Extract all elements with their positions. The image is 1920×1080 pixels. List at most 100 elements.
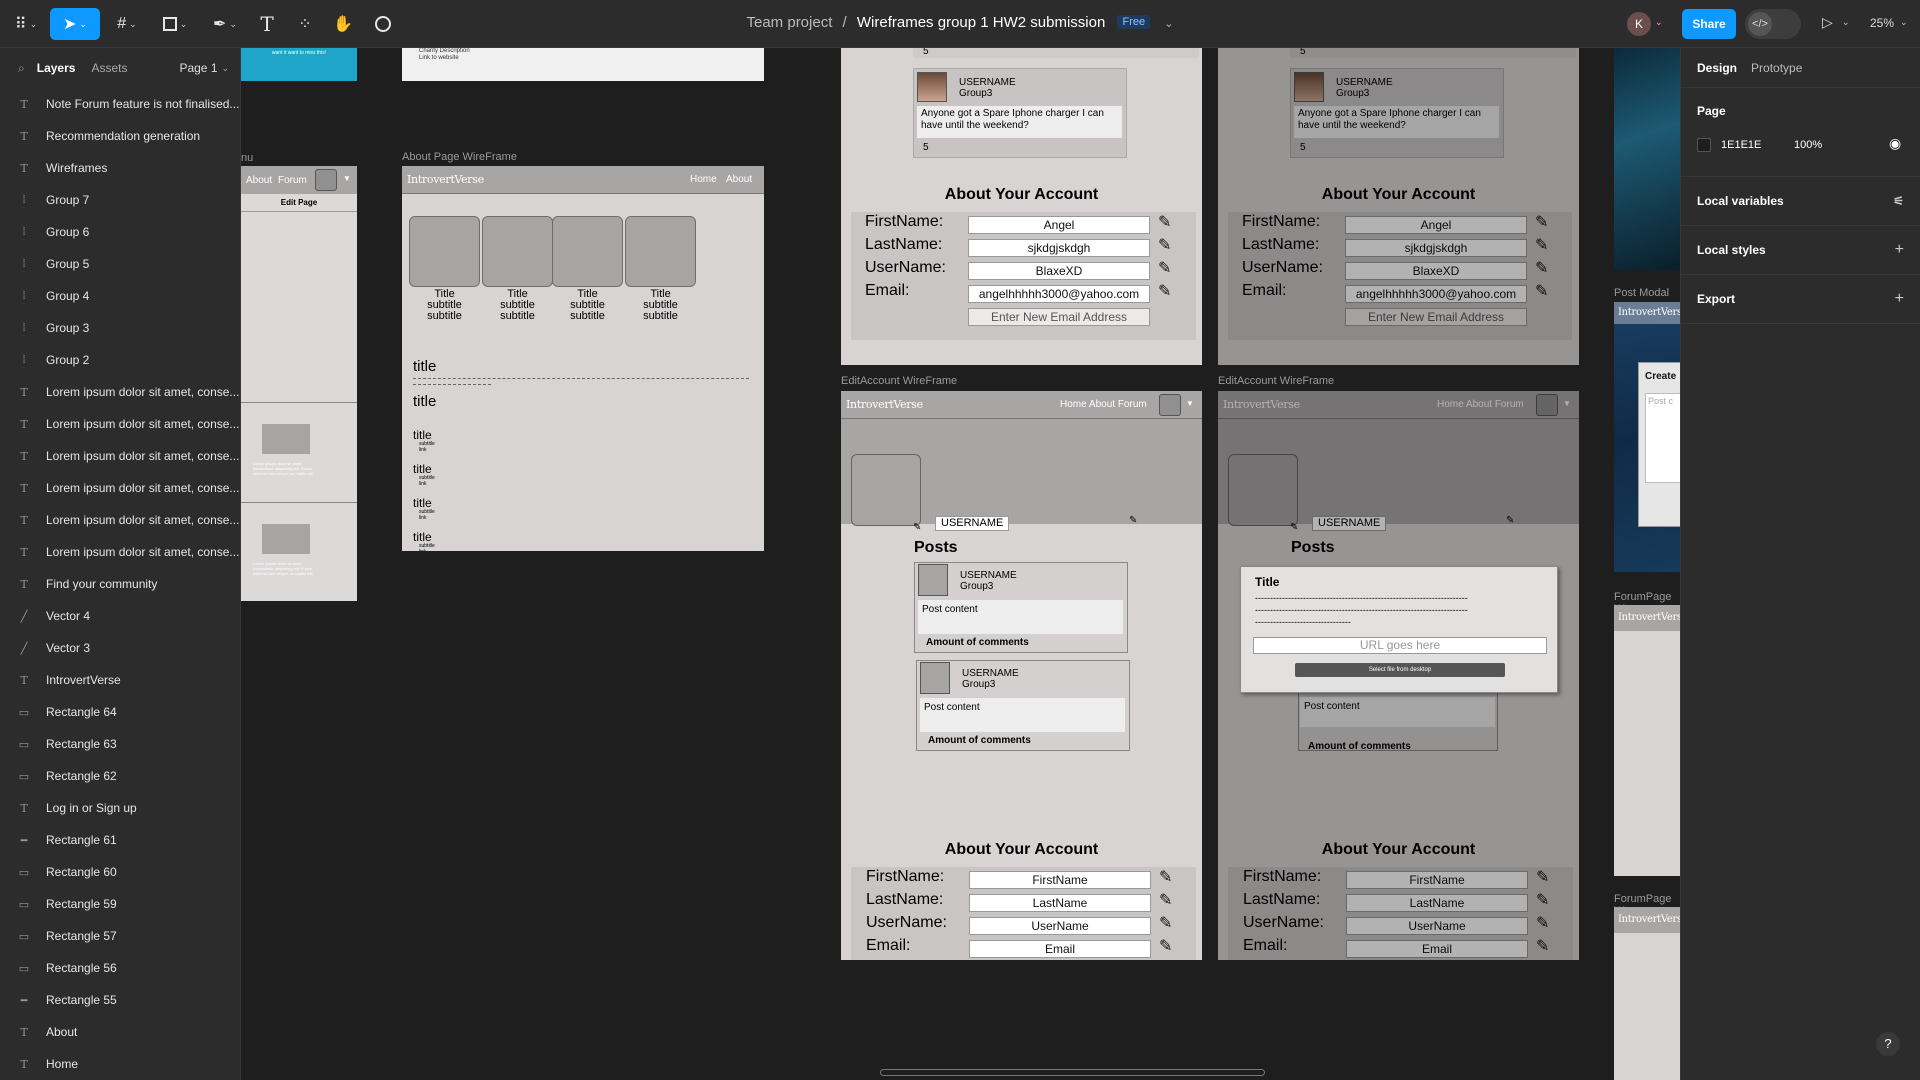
edit-account-frame-right[interactable]: IntrovertVerse Home About Forum ▼ ✎ USERNAME… [1218, 391, 1579, 960]
forum-page-frame[interactable]: IntrovertVerse [1614, 907, 1680, 1080]
item-link[interactable]: link [419, 447, 427, 453]
tab-layers[interactable]: Layers [37, 61, 76, 75]
field-value[interactable]: angelhhhhh3000@yahoo.com [968, 285, 1150, 303]
file-name[interactable]: Wireframes group 1 HW2 submission [857, 14, 1105, 31]
hand-tool-button[interactable]: ✋ [328, 8, 358, 40]
page-opacity-value[interactable]: 100% [1794, 139, 1822, 151]
cyan-banner-frame[interactable]: want it want to miss this! [241, 48, 357, 81]
layer-row[interactable]: ⁞ Group 5 [0, 248, 240, 280]
zoom-chevron-icon[interactable]: ⌄ [1900, 17, 1908, 28]
layer-row[interactable]: ⁞ Group 4 [0, 280, 240, 312]
design-canvas[interactable]: want it want to miss this! Charity Descr… [241, 48, 1680, 1080]
zoom-level[interactable]: 25% [1870, 16, 1894, 30]
layer-row[interactable]: ▭ Rectangle 60 [0, 856, 240, 888]
layer-row[interactable]: T Recommendation generation [0, 120, 240, 152]
present-play-icon[interactable]: ▷ [1822, 14, 1833, 31]
edit-frame-title-right[interactable]: EditAccount WireFrame [1218, 375, 1334, 387]
edit-pencil-icon[interactable]: ✎ [1158, 281, 1171, 301]
layer-row[interactable]: T Log in or Sign up [0, 792, 240, 824]
local-variables-section[interactable]: Local variables ⚟ [1681, 177, 1920, 226]
edit-pencil-icon[interactable]: ✎ [913, 522, 921, 533]
post-modal-frame[interactable]: IntrovertVerse Create Post c [1614, 302, 1680, 572]
plus-icon[interactable]: + [1895, 241, 1904, 259]
layer-row[interactable]: T Lorem ipsum dolor sit amet, conse... [0, 536, 240, 568]
text-tool-button[interactable]: T [252, 8, 282, 40]
nav-forum[interactable]: Forum [278, 175, 307, 186]
profile-frame-top-left[interactable]: 5 USERNAME Group3 Anyone got a Spare Iphone… [841, 48, 1202, 365]
edit-pencil-icon[interactable]: ✎ [1159, 936, 1172, 956]
page-color-swatch[interactable] [1697, 138, 1711, 152]
avatar-chevron-icon[interactable]: ⌄ [1655, 17, 1663, 28]
shape-tool-button[interactable]: ⌄ [156, 8, 194, 40]
move-tool-button[interactable]: ➤ ⌄ [50, 8, 100, 40]
local-styles-section[interactable]: Local styles + [1681, 226, 1920, 275]
url-input[interactable]: URL goes here [1253, 637, 1547, 654]
select-file-button[interactable]: Select file from desktop [1295, 663, 1505, 677]
field-value[interactable]: FirstName [969, 871, 1151, 889]
layer-row[interactable]: T Lorem ipsum dolor sit amet, conse... [0, 504, 240, 536]
profile-frame-top-right[interactable]: 5 USERNAME Group3 Anyone got a Spare Iphone… [1218, 48, 1579, 365]
item-link[interactable]: link [419, 549, 427, 551]
field-value[interactable]: sjkdgjskdgh [968, 239, 1150, 257]
tab-design[interactable]: Design [1697, 61, 1737, 75]
about-frame-title[interactable]: About Page WireFrame [402, 151, 517, 163]
edit-frame-title-left[interactable]: EditAccount WireFrame [841, 375, 957, 387]
tab-assets[interactable]: Assets [91, 61, 127, 75]
edit-pencil-icon[interactable]: ✎ [1158, 235, 1171, 255]
field-value[interactable]: LastName [969, 894, 1151, 912]
layer-row[interactable]: ▭ Rectangle 56 [0, 952, 240, 984]
layer-row[interactable]: ⁞ Group 7 [0, 184, 240, 216]
plus-icon[interactable]: + [1895, 290, 1904, 308]
page-chevron-icon[interactable]: ⌄ [222, 63, 230, 74]
charity-frame[interactable]: Charity Description Link to website [402, 48, 764, 81]
layer-row[interactable]: T Find your community [0, 568, 240, 600]
pen-tool-button[interactable]: ✒ ⌄ [206, 8, 244, 40]
item-link[interactable]: link [419, 481, 427, 487]
eye-icon[interactable]: ◉ [1889, 135, 1901, 152]
layer-row[interactable]: T Home [0, 1048, 240, 1080]
forum-page-frame[interactable]: IntrovertVerse [1614, 605, 1680, 876]
item-link[interactable]: link [419, 515, 427, 521]
export-section[interactable]: Export + [1681, 275, 1920, 324]
field-value[interactable]: UserName [969, 917, 1151, 935]
file-menu-chevron-icon[interactable]: ⌄ [1164, 18, 1173, 30]
project-link[interactable]: Team project [747, 14, 833, 31]
nav-home[interactable]: Home [690, 174, 717, 185]
layer-row[interactable]: ▭ Rectangle 59 [0, 888, 240, 920]
main-menu-button[interactable]: ⠿ ⌄ [6, 8, 46, 40]
edit-pencil-icon[interactable]: ✎ [1158, 212, 1171, 232]
comment-tool-button[interactable] [368, 8, 398, 40]
nav-about[interactable]: About [246, 175, 272, 186]
layer-row[interactable]: ▭ Rectangle 64 [0, 696, 240, 728]
field-value[interactable]: BlaxeXD [968, 262, 1150, 280]
share-button[interactable]: Share [1682, 9, 1736, 39]
layer-row[interactable]: T Note Forum feature is not finalised... [0, 88, 240, 120]
help-button[interactable]: ? [1876, 1032, 1900, 1056]
layer-row[interactable]: T Lorem ipsum dolor sit amet, conse... [0, 376, 240, 408]
layer-row[interactable]: ⁞ Group 6 [0, 216, 240, 248]
search-icon[interactable]: ⌕ [18, 61, 25, 76]
layer-row[interactable]: ▭ Rectangle 62 [0, 760, 240, 792]
nav-links[interactable]: Home About Forum [1060, 399, 1147, 410]
new-email-input[interactable]: Enter New Email Address [968, 308, 1150, 326]
sliders-icon[interactable]: ⚟ [1893, 194, 1904, 208]
dropdown-caret-icon[interactable]: ▼ [1186, 399, 1194, 408]
page-selector[interactable]: Page 1 [179, 61, 217, 75]
about-page-frame[interactable]: IntrovertVerse Home About Title subtitle s… [402, 166, 764, 551]
layer-row[interactable]: T Lorem ipsum dolor sit amet, conse... [0, 440, 240, 472]
dev-mode-toggle[interactable]: </> [1745, 9, 1801, 39]
layer-row[interactable]: T Lorem ipsum dolor sit amet, conse... [0, 472, 240, 504]
layer-row[interactable]: T Wireframes [0, 152, 240, 184]
edit-account-frame-left[interactable]: IntrovertVerse Home About Forum ▼ ✎ USERNAME… [841, 391, 1202, 960]
tab-prototype[interactable]: Prototype [1751, 61, 1802, 75]
layer-row[interactable]: T About [0, 1016, 240, 1048]
edit-pencil-icon[interactable]: ✎ [1159, 913, 1172, 933]
layer-row[interactable]: ━ Rectangle 55 [0, 984, 240, 1016]
layer-row[interactable]: T Lorem ipsum dolor sit amet, conse... [0, 408, 240, 440]
edit-pencil-icon[interactable]: ✎ [1129, 515, 1137, 526]
frame-tool-button[interactable]: # ⌄ [108, 8, 146, 40]
layer-row[interactable]: ━ Rectangle 61 [0, 824, 240, 856]
layer-row[interactable]: T IntrovertVerse [0, 664, 240, 696]
present-chevron-icon[interactable]: ⌄ [1842, 17, 1850, 28]
layer-row[interactable]: ▭ Rectangle 57 [0, 920, 240, 952]
